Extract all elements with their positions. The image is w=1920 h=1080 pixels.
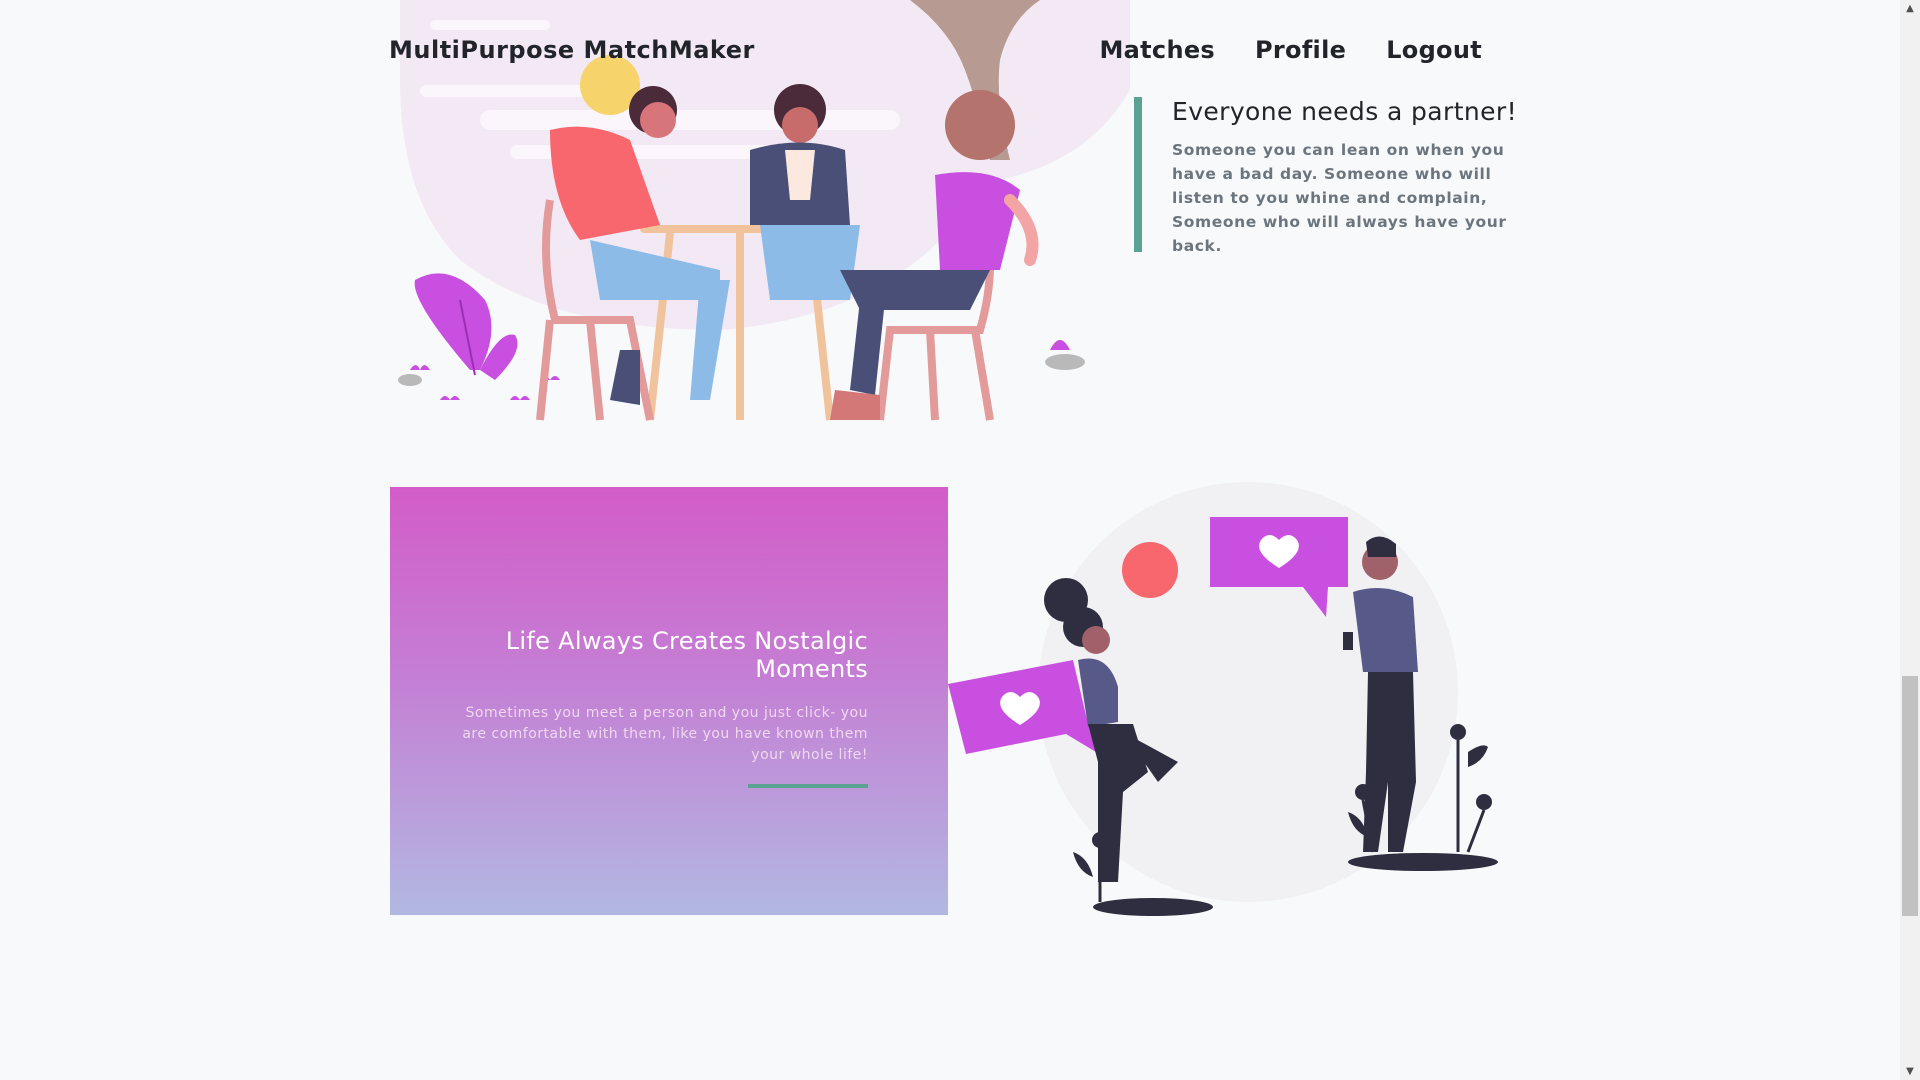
scroll-up-arrow-icon[interactable]: ▲: [1900, 0, 1920, 17]
nostalgic-moments-card: Life Always Creates Nostalgic Moments So…: [390, 487, 948, 915]
quote-body: Someone you can lean on when you have a …: [1172, 141, 1507, 255]
nav-link-profile[interactable]: Profile: [1255, 36, 1346, 64]
card-text: Sometimes you meet a person and you just…: [462, 705, 868, 763]
nav-link-matches[interactable]: Matches: [1099, 36, 1215, 64]
card-divider: [748, 784, 868, 788]
quote-title: Everyone needs a partner!: [1172, 97, 1518, 126]
scroll-down-arrow-icon[interactable]: ▼: [1900, 1063, 1920, 1080]
navbar: MultiPurpose MatchMaker Matches Profile …: [389, 28, 1482, 72]
partner-quote: Everyone needs a partner! Someone you ca…: [1134, 97, 1522, 255]
brand-link[interactable]: MultiPurpose MatchMaker: [389, 36, 755, 64]
vertical-scrollbar[interactable]: ▲ ▼: [1900, 0, 1920, 1080]
page: MultiPurpose MatchMaker Matches Profile …: [0, 0, 1920, 1080]
couple-chat-illustration: [948, 482, 1498, 916]
nav-link-logout[interactable]: Logout: [1386, 36, 1482, 64]
scrollbar-thumb[interactable]: [1902, 676, 1918, 916]
nav-links: Matches Profile Logout: [1099, 36, 1482, 64]
card-title: Life Always Creates Nostalgic Moments: [505, 627, 868, 683]
card-content: Life Always Creates Nostalgic Moments So…: [448, 627, 868, 788]
